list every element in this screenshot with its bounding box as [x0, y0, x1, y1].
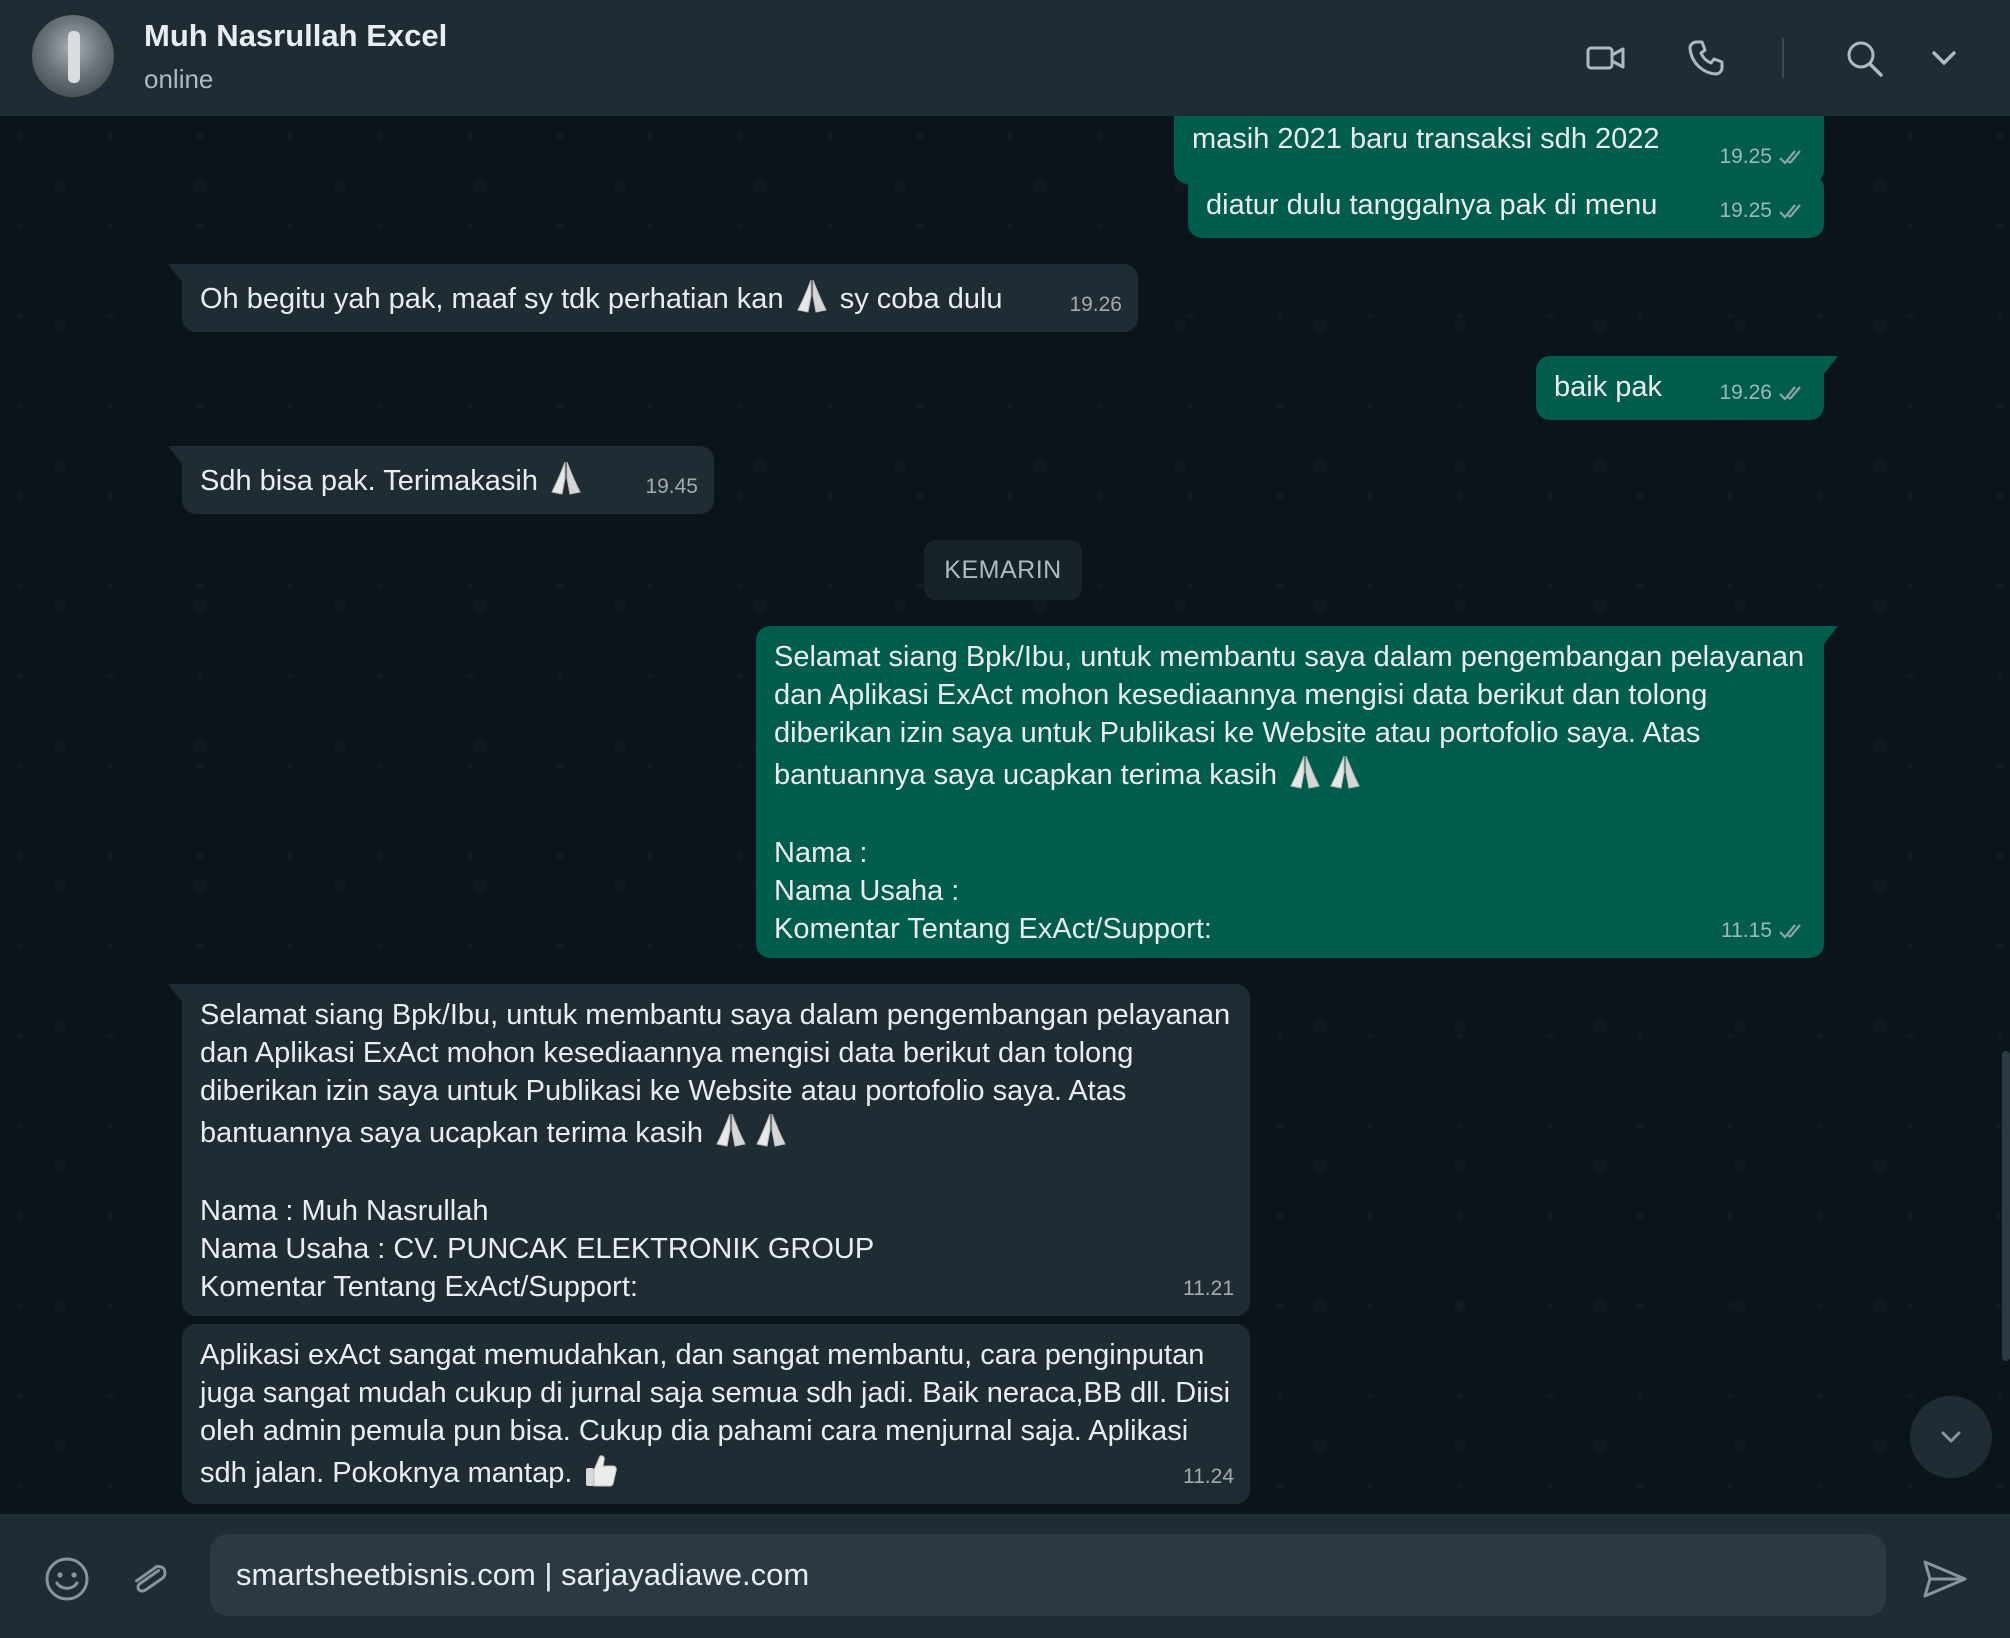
message-text: masih 2021 baru transaksi sdh 2022 — [1192, 123, 1660, 155]
message-time: 11.24 — [1183, 1465, 1234, 1488]
message-text: Selamat siang Bpk/Ibu, untuk membantu sa… — [200, 996, 1232, 1152]
message-input[interactable] — [210, 1534, 1886, 1616]
emoji-icon[interactable] — [42, 1554, 92, 1604]
message-meta: 19.45 — [645, 468, 698, 506]
message-time: 11.15 — [1721, 919, 1772, 942]
composer-bar — [0, 1514, 2010, 1638]
video-call-icon[interactable] — [1584, 36, 1628, 80]
folded-hands-emoji — [756, 1113, 786, 1147]
message-meta: 19.25 — [1719, 192, 1808, 230]
message-time: 19.25 — [1719, 199, 1772, 222]
message-outgoing[interactable]: baik pak 19.26 — [1536, 356, 1838, 420]
form-line: Nama Usaha : CV. PUNCAK ELEKTRONIK GROUP — [200, 1233, 875, 1265]
message-text-before: Oh begitu yah pak, maaf sy tdk perhatian… — [200, 283, 792, 315]
date-divider: KEMARIN — [924, 540, 1082, 600]
folded-hands-emoji — [716, 1113, 746, 1147]
header-divider — [1782, 38, 1784, 78]
folded-hands-emoji — [796, 279, 827, 313]
message-meta: 19.25 — [1719, 138, 1808, 176]
message-text-after: sy coba dulu — [831, 283, 1003, 315]
message-incoming[interactable]: Selamat siang Bpk/Ibu, untuk membantu sa… — [168, 984, 1250, 1316]
voice-call-icon[interactable] — [1684, 36, 1728, 80]
scroll-to-bottom-button[interactable] — [1910, 1396, 1992, 1478]
chevron-down-icon[interactable] — [1922, 36, 1966, 80]
thumbs-up-emoji — [586, 1455, 618, 1487]
search-icon[interactable] — [1842, 36, 1886, 80]
message-text: Aplikasi exAct sangat memudahkan, dan sa… — [200, 1336, 1232, 1492]
message-text-before: Sdh bisa pak. Terimakasih — [200, 465, 547, 497]
double-check-icon — [1779, 150, 1801, 165]
message-time: 19.25 — [1719, 145, 1772, 168]
form-line: Komentar Tentang ExAct/Support: — [200, 1271, 638, 1303]
folded-hands-emoji — [1290, 755, 1320, 789]
double-check-icon — [1779, 204, 1801, 219]
contact-avatar[interactable] — [32, 15, 114, 97]
double-check-icon — [1779, 386, 1801, 401]
message-text: diatur dulu tanggalnya pak di menu — [1206, 189, 1658, 221]
message-text: Oh begitu yah pak, maaf sy tdk perhatian… — [200, 279, 1003, 315]
form-line: Nama Usaha : — [774, 875, 960, 907]
message-incoming[interactable]: Sdh bisa pak. Terimakasih 19.45 — [168, 446, 714, 514]
message-meta: 11.24 — [1183, 1458, 1234, 1496]
folded-hands-emoji — [551, 461, 581, 495]
message-meta: 19.26 — [1719, 374, 1808, 412]
form-line: Nama : Muh Nasrullah — [200, 1195, 489, 1227]
message-incoming[interactable]: Oh begitu yah pak, maaf sy tdk perhatian… — [168, 264, 1138, 332]
send-icon[interactable] — [1920, 1554, 1970, 1604]
message-text: Selamat siang Bpk/Ibu, untuk membantu sa… — [774, 638, 1806, 794]
contact-name[interactable]: Muh Nasrullah Excel — [144, 18, 447, 54]
message-text: Sdh bisa pak. Terimakasih — [200, 461, 586, 497]
attach-icon[interactable] — [124, 1554, 174, 1604]
message-body: Aplikasi exAct sangat memudahkan, dan sa… — [200, 1339, 1239, 1489]
chat-header: Muh Nasrullah Excel online — [0, 0, 2010, 116]
form-line: Nama : — [774, 837, 868, 869]
form-line: Komentar Tentang ExAct/Support: — [774, 913, 1212, 945]
message-text: baik pak — [1554, 371, 1663, 403]
message-outgoing[interactable]: diatur dulu tanggalnya pak di menu 19.25 — [1188, 174, 1824, 238]
message-incoming[interactable]: Aplikasi exAct sangat memudahkan, dan sa… — [182, 1324, 1250, 1504]
message-time: 19.26 — [1719, 381, 1772, 404]
message-time: 19.26 — [1069, 293, 1122, 316]
contact-status: online — [144, 64, 214, 94]
message-outgoing[interactable]: Selamat siang Bpk/Ibu, untuk membantu sa… — [756, 626, 1838, 958]
message-time: 19.45 — [645, 475, 698, 498]
message-meta: 11.21 — [1183, 1270, 1234, 1308]
chat-scrollbar[interactable] — [2002, 1051, 2010, 1361]
message-time: 11.21 — [1183, 1277, 1234, 1300]
double-check-icon — [1779, 924, 1801, 939]
message-meta: 11.15 — [1721, 912, 1808, 950]
chevron-down-icon — [1941, 1431, 1961, 1443]
chat-area[interactable]: masih 2021 baru transaksi sdh 2022 19.25… — [0, 116, 2010, 1514]
folded-hands-emoji — [1330, 755, 1360, 789]
message-meta: 19.26 — [1069, 286, 1122, 324]
